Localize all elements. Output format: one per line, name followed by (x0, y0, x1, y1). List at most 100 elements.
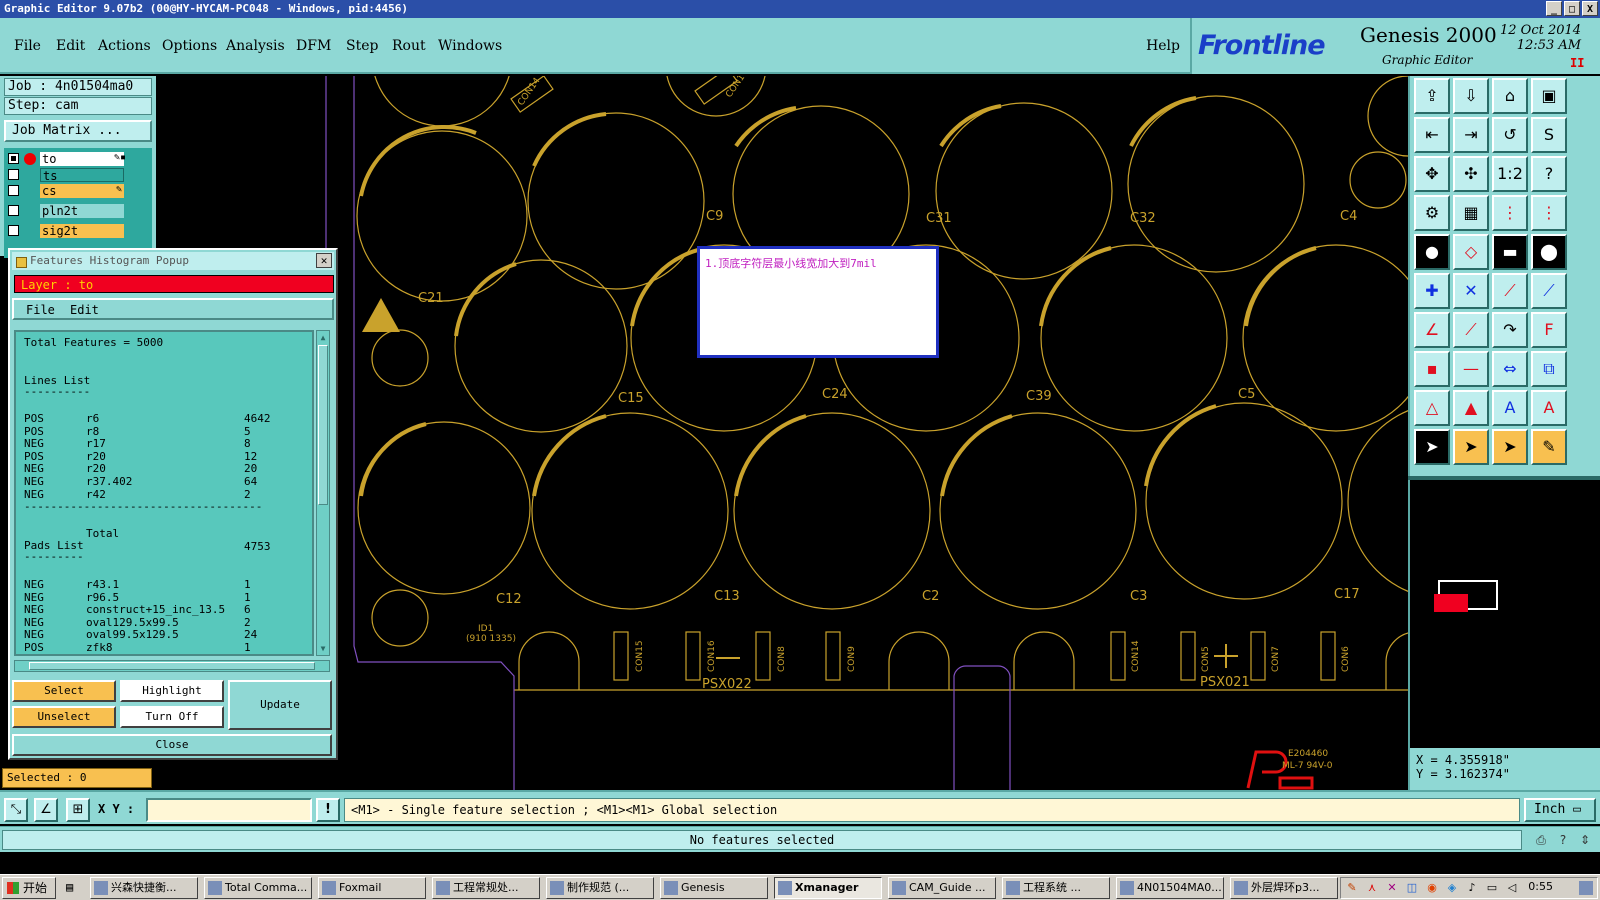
pad-icon[interactable]: ● (1414, 234, 1450, 270)
layer-checkbox[interactable] (8, 169, 19, 180)
taskbar-button[interactable]: Genesis (660, 877, 768, 899)
settings-icon[interactable]: ⚙ (1414, 195, 1450, 231)
zoom-window-icon[interactable]: ⤡ (4, 798, 28, 822)
zoom-1to1-icon[interactable]: 1:2 (1492, 156, 1528, 192)
open-job-icon[interactable]: ⇪ (1414, 78, 1450, 114)
pointer-icon[interactable]: ➤ (1414, 429, 1450, 465)
layer-checkbox[interactable] (8, 225, 19, 236)
network-icon[interactable]: ◈ (1445, 881, 1459, 895)
taskbar-button[interactable]: 外层焊环p3... (1230, 877, 1338, 899)
show-desktop-icon[interactable] (1579, 881, 1593, 895)
menu-edit[interactable]: Edit (56, 38, 85, 54)
save-icon[interactable]: ⇩ (1453, 78, 1489, 114)
tray-app-icon[interactable]: ✕ (1385, 881, 1399, 895)
layer-row-sig2t[interactable]: sig2t (8, 224, 128, 238)
unselect-button[interactable]: Unselect (12, 706, 116, 728)
menu-dfm[interactable]: DFM (296, 38, 331, 54)
circle-icon[interactable]: ⬤ (1531, 234, 1567, 270)
scroll-thumb[interactable] (29, 662, 315, 670)
measure-icon[interactable]: ∠ (34, 798, 58, 822)
layer-compare-icon[interactable]: ⋮ (1531, 195, 1567, 231)
undo-icon[interactable]: ↺ (1492, 117, 1528, 153)
move-icon[interactable]: ▪ (1414, 351, 1450, 387)
taskbar-button[interactable]: 工程系统 ... (1002, 877, 1110, 899)
vertical-scrollbar[interactable]: ▲ ▼ (316, 330, 330, 656)
zoom-fit-icon[interactable]: ✥ (1414, 156, 1450, 192)
window-title-bar[interactable]: Graphic Editor 9.07b2 (00@HY-HYCAM-PC048… (0, 0, 1600, 18)
highlight-button[interactable]: Highlight (120, 680, 224, 702)
step-right-icon[interactable]: ⇥ (1453, 117, 1489, 153)
redo-icon[interactable]: S (1531, 117, 1567, 153)
start-button[interactable]: 开始 (2, 877, 56, 899)
close-window-button[interactable]: X (1582, 1, 1598, 16)
netlist-icon[interactable]: ⋮ (1492, 195, 1528, 231)
tray-clock[interactable]: 0:55 (1528, 880, 1553, 893)
tray-app-icon[interactable]: ✎ (1345, 881, 1359, 895)
note-box[interactable]: 1.顶底字符层最小线宽加大到7mil (697, 246, 939, 358)
rotate-icon[interactable]: ↷ (1492, 312, 1528, 348)
step-left-icon[interactable]: ⇤ (1414, 117, 1450, 153)
layer-checkbox[interactable] (8, 205, 19, 216)
mirror-icon[interactable]: F (1531, 312, 1567, 348)
scroll-thumb[interactable] (318, 345, 328, 505)
taskbar-button[interactable]: Xmanager (774, 877, 882, 899)
line-icon[interactable]: ⟋ (1492, 273, 1528, 309)
quick-launch-icon[interactable]: ▤ (66, 880, 73, 894)
a-icon[interactable]: A (1492, 390, 1528, 426)
minimize-button[interactable]: _ (1546, 1, 1562, 16)
minus-icon[interactable]: — (1453, 351, 1489, 387)
angle-icon[interactable]: ∠ (1414, 312, 1450, 348)
stretch-icon[interactable]: ⇔ (1492, 351, 1528, 387)
popup-close-button[interactable]: Close (12, 734, 332, 756)
xy-input[interactable] (146, 798, 312, 822)
layer-name[interactable]: ts (40, 168, 124, 183)
triangle-up-icon[interactable]: ▲ (1453, 390, 1489, 426)
layer-row-cs[interactable]: cs ✎ (8, 184, 128, 198)
printer-icon[interactable]: ⎙ (1532, 831, 1550, 849)
a-red-icon[interactable]: A (1531, 390, 1567, 426)
taskbar-button[interactable]: 兴森快捷衡... (90, 877, 198, 899)
histogram-report[interactable]: Total Features = 5000 Lines List -------… (14, 330, 314, 656)
taskbar-button[interactable]: CAM_Guide ... (888, 877, 996, 899)
menu-help[interactable]: Help (1146, 38, 1180, 54)
layer-row-pln2t[interactable]: pln2t (8, 204, 128, 218)
unit-selector[interactable]: Inch ▭ (1524, 798, 1596, 822)
layer-row-ts[interactable]: ts (8, 168, 128, 183)
grid-icon[interactable]: ⊞ (66, 798, 90, 822)
layer-row-to[interactable]: to ✎▪ (8, 152, 128, 166)
arc-icon[interactable]: ⟋ (1531, 273, 1567, 309)
slash-icon[interactable]: ⟋ (1453, 312, 1489, 348)
menu-analysis[interactable]: Analysis (226, 38, 285, 54)
pause-icon[interactable]: II (1570, 56, 1584, 70)
graphic-canvas[interactable]: E204460 ML-7 94V-0 C21 C9 C31 C32 C4 C15… (156, 76, 1408, 790)
layer-name[interactable]: sig2t (40, 224, 124, 238)
display-icon[interactable]: ▭ (1485, 881, 1499, 895)
select-button[interactable]: Select (12, 680, 116, 702)
pan-icon[interactable]: ✣ (1453, 156, 1489, 192)
turn-off-button[interactable]: Turn Off (120, 706, 224, 728)
window-icon[interactable]: ▣ (1531, 78, 1567, 114)
volume-icon[interactable]: ♪ (1465, 881, 1479, 895)
help-icon[interactable]: ? (1531, 156, 1567, 192)
surface-icon[interactable]: ◇ (1453, 234, 1489, 270)
delete-icon[interactable]: ✕ (1453, 273, 1489, 309)
horizontal-scrollbar[interactable] (14, 660, 330, 672)
connect-icon[interactable]: ✚ (1414, 273, 1450, 309)
popup-close-icon[interactable]: ✕ (316, 253, 332, 268)
layer-name[interactable]: to (40, 152, 124, 166)
tray-app-icon[interactable]: ◫ (1405, 881, 1419, 895)
help-icon[interactable]: ? (1554, 831, 1572, 849)
maximize-button[interactable]: □ (1564, 1, 1580, 16)
tray-app-icon[interactable]: ◉ (1425, 881, 1439, 895)
copy-icon[interactable]: ⧉ (1531, 351, 1567, 387)
popup-title-bar[interactable]: Features Histogram Popup ✕ (12, 252, 334, 270)
scroll-arrows-icon[interactable]: ⇕ (1576, 831, 1594, 849)
pointer-select-icon[interactable]: ➤ (1453, 429, 1489, 465)
scroll-up-icon[interactable]: ▲ (318, 332, 328, 343)
triangle-icon[interactable]: △ (1414, 390, 1450, 426)
job-matrix-button[interactable]: Job Matrix ... (4, 120, 152, 142)
taskbar-button[interactable]: 4N01504MA0... (1116, 877, 1224, 899)
update-button[interactable]: Update (228, 680, 332, 730)
layer-name[interactable]: pln2t (40, 204, 124, 218)
layer-name[interactable]: cs (40, 184, 124, 198)
